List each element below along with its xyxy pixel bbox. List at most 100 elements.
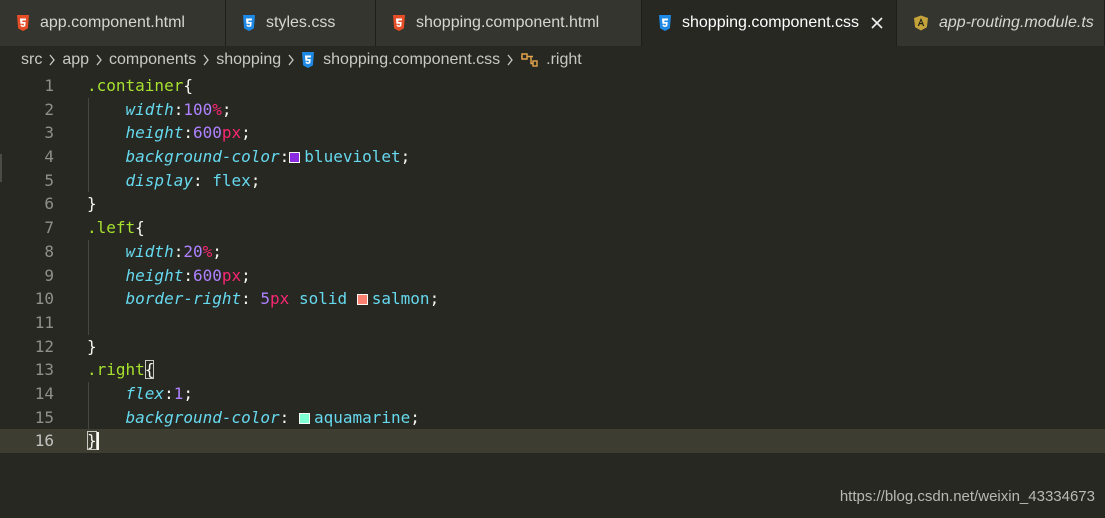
css-number: 1 bbox=[173, 383, 184, 403]
indent-guide bbox=[88, 310, 89, 335]
css-selector: .container bbox=[87, 76, 184, 95]
code-line[interactable]: 15 background-color: aquamarine; bbox=[0, 405, 1105, 430]
line-number: 14 bbox=[34, 383, 54, 403]
css-unit: px bbox=[221, 265, 242, 285]
css-property: border-right bbox=[125, 289, 242, 309]
punctuation: ; bbox=[429, 289, 440, 309]
punctuation bbox=[87, 408, 126, 427]
css-number: 600 bbox=[192, 123, 222, 143]
code-line[interactable]: 4 background-color: blueviolet; bbox=[0, 145, 1105, 169]
chevron-right-icon bbox=[506, 54, 514, 66]
code-line[interactable]: 8 width:20%; bbox=[0, 239, 1105, 264]
tab-app-component-html[interactable]: app.component.html bbox=[0, 0, 226, 46]
close-brace: } bbox=[87, 194, 97, 214]
line-number: 16 bbox=[34, 431, 54, 451]
css-number: 600 bbox=[192, 265, 222, 285]
chevron-right-icon bbox=[48, 54, 56, 66]
code-area[interactable]: 1 .container {2 width:100%; 3 height:600px;… bbox=[0, 74, 1105, 482]
indent-guide bbox=[88, 381, 89, 406]
punctuation: ; bbox=[241, 123, 251, 143]
chevron-right-icon bbox=[287, 54, 295, 66]
code-line[interactable]: 14 flex:1; bbox=[0, 381, 1105, 406]
code-line[interactable]: 6} bbox=[0, 192, 1105, 216]
css-unit: % bbox=[212, 99, 222, 119]
punctuation bbox=[289, 289, 299, 308]
css-property: background-color bbox=[125, 407, 280, 427]
css-unit: px bbox=[270, 289, 290, 309]
punctuation bbox=[251, 289, 261, 308]
punctuation bbox=[203, 171, 213, 190]
open-brace: { bbox=[144, 360, 155, 380]
css3-icon bbox=[658, 15, 672, 31]
line-number: 2 bbox=[44, 99, 54, 119]
css-value: salmon bbox=[371, 289, 430, 309]
code-line[interactable]: 2 width:100%; bbox=[0, 97, 1105, 122]
code-line[interactable]: 10 border-right: 5px solid salmon; bbox=[0, 287, 1105, 311]
line-content: height:600px; bbox=[87, 121, 251, 145]
code-line[interactable]: 11 bbox=[0, 310, 1105, 335]
tab-shopping-component-css[interactable]: shopping.component.css bbox=[642, 0, 897, 46]
line-content: width:100%; bbox=[87, 98, 232, 122]
punctuation: : bbox=[173, 99, 184, 119]
punctuation bbox=[289, 408, 299, 427]
css-value: flex bbox=[212, 170, 251, 190]
open-brace: { bbox=[135, 218, 145, 238]
punctuation bbox=[87, 123, 126, 142]
tab-label: shopping.component.html bbox=[416, 14, 600, 31]
indent-guide bbox=[88, 263, 89, 288]
breadcrumb-item-app[interactable]: app bbox=[62, 51, 89, 69]
code-line[interactable]: 5 display: flex; bbox=[0, 168, 1105, 193]
line-number: 1 bbox=[44, 76, 54, 95]
css-selector: .left bbox=[87, 218, 136, 238]
line-number: 4 bbox=[44, 147, 54, 167]
code-line[interactable]: 13 .right{ bbox=[0, 358, 1105, 382]
line-number: 7 bbox=[44, 218, 54, 238]
color-swatch[interactable] bbox=[289, 152, 301, 164]
chevron-right-icon bbox=[202, 54, 210, 66]
code-line[interactable]: 1 .container{ bbox=[0, 74, 1105, 98]
color-swatch[interactable] bbox=[356, 294, 368, 306]
line-content: .right{ bbox=[87, 358, 155, 382]
color-swatch[interactable] bbox=[298, 412, 310, 424]
code-line[interactable]: 3 height:600px; bbox=[0, 121, 1105, 146]
punctuation: ; bbox=[221, 99, 232, 119]
close-brace: } bbox=[87, 336, 97, 356]
css-unit: px bbox=[221, 123, 242, 143]
code-line[interactable]: 9 height:600px; bbox=[0, 263, 1105, 288]
punctuation bbox=[87, 266, 126, 285]
tab-label: app-routing.module.ts bbox=[939, 14, 1094, 31]
punctuation bbox=[87, 289, 126, 308]
breadcrumb-item-file[interactable]: shopping.component.css bbox=[323, 51, 500, 69]
css-unit: % bbox=[202, 241, 213, 261]
punctuation bbox=[87, 384, 126, 403]
punctuation: ; bbox=[183, 383, 193, 403]
tab-app-routing-module-ts[interactable]: app-routing.module.ts bbox=[897, 0, 1105, 46]
css-value: blueviolet bbox=[304, 147, 401, 167]
code-line[interactable]: 12} bbox=[0, 335, 1105, 359]
css-number: 100 bbox=[183, 99, 213, 119]
line-content: height:600px; bbox=[87, 264, 251, 288]
css-value: solid bbox=[298, 289, 348, 309]
indent-guide bbox=[88, 97, 89, 122]
css-number: 5 bbox=[260, 289, 271, 309]
code-line[interactable]: 16} bbox=[0, 429, 1105, 453]
punctuation: : bbox=[241, 289, 251, 309]
punctuation: ; bbox=[212, 241, 222, 261]
breadcrumb-item-symbol[interactable]: .right bbox=[546, 51, 582, 69]
code-line[interactable]: 7 .left{ bbox=[0, 216, 1105, 240]
breadcrumb-item-src[interactable]: src bbox=[21, 51, 42, 69]
line-content: border-right: 5px solid salmon; bbox=[87, 287, 440, 311]
indent-guide bbox=[88, 239, 89, 264]
breadcrumb-item-shopping[interactable]: shopping bbox=[216, 51, 281, 69]
css-property: display bbox=[125, 170, 193, 190]
punctuation bbox=[87, 100, 126, 119]
breadcrumb: src app components shopping shopping.com… bbox=[0, 46, 1105, 74]
indent-guide bbox=[88, 168, 89, 193]
tab-styles-css[interactable]: styles.css bbox=[226, 0, 376, 46]
close-icon[interactable] bbox=[869, 15, 885, 31]
indent-guide bbox=[88, 405, 89, 430]
css-property: flex bbox=[125, 383, 165, 403]
tab-shopping-component-html[interactable]: shopping.component.html bbox=[376, 0, 642, 46]
breadcrumb-item-components[interactable]: components bbox=[109, 51, 196, 69]
line-number: 10 bbox=[34, 289, 54, 309]
